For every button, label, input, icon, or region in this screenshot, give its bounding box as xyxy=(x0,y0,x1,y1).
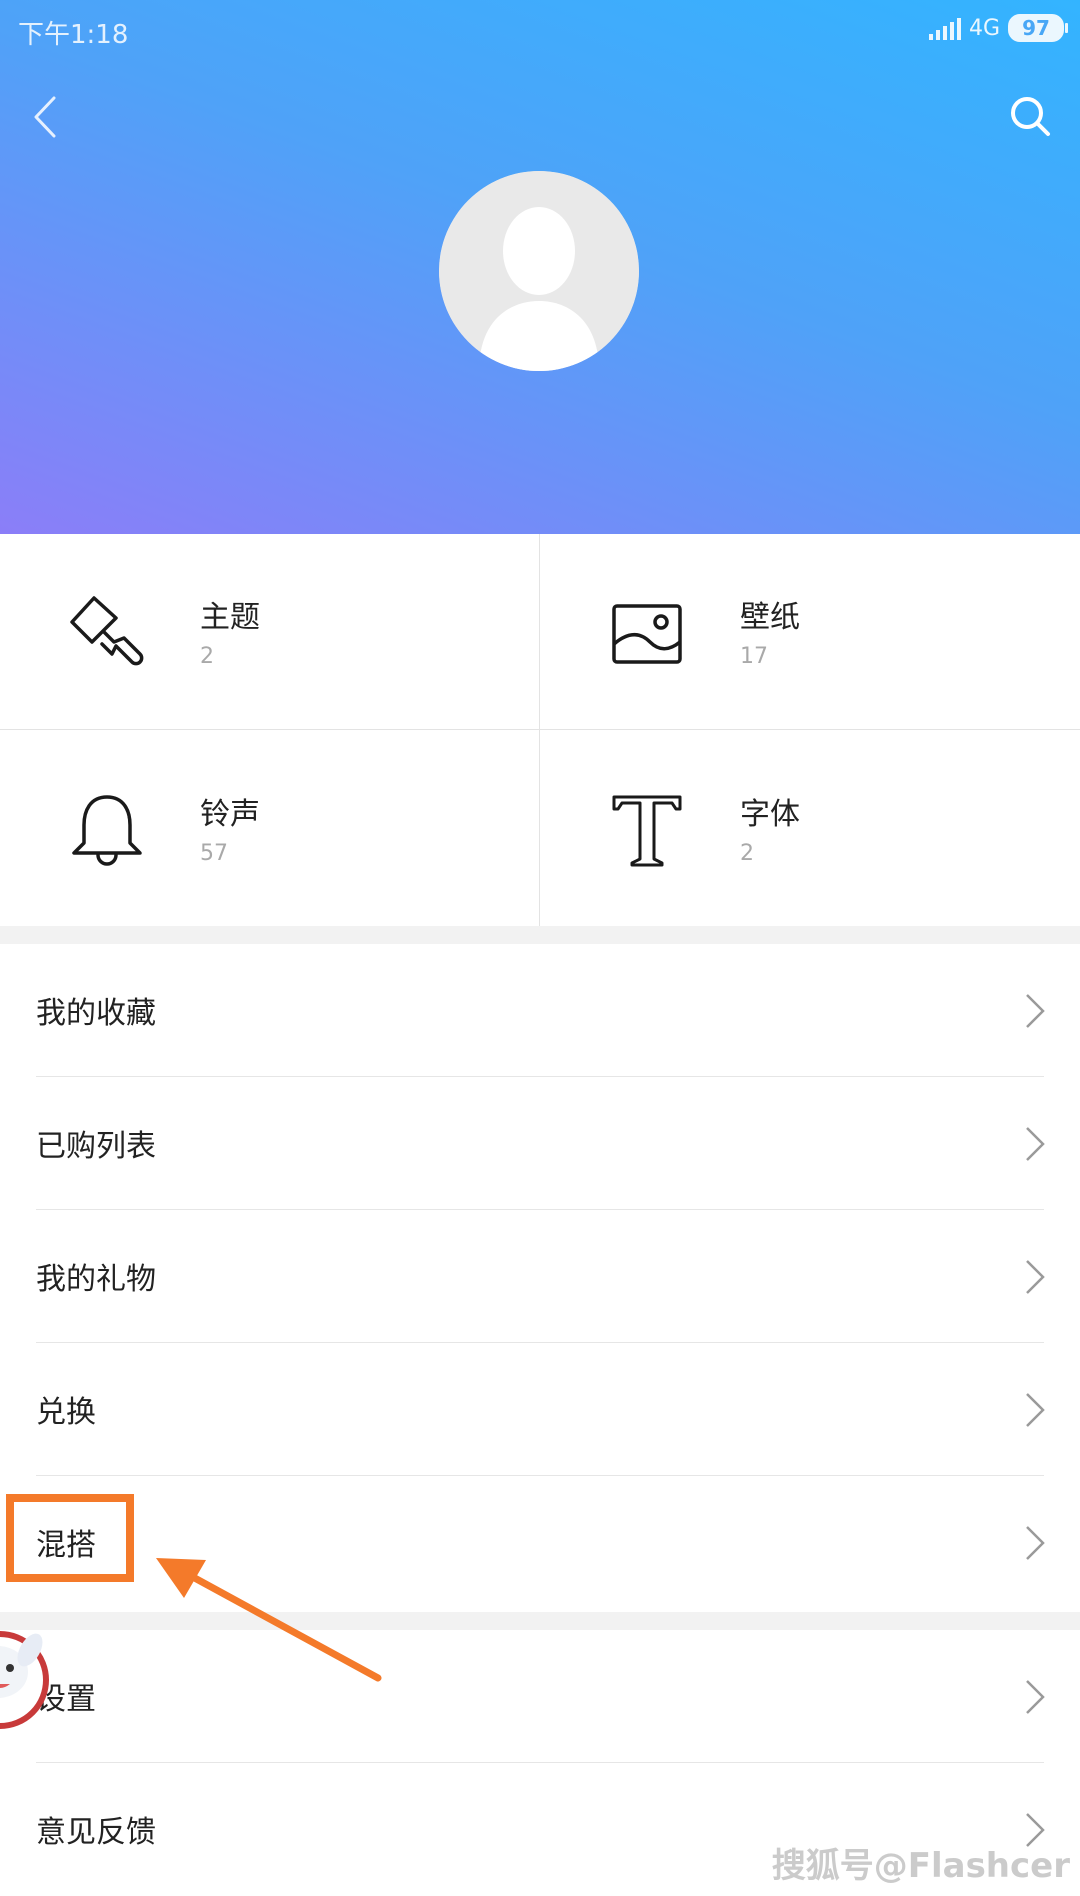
menu-item-favorites[interactable]: 我的收藏 xyxy=(0,944,1080,1077)
default-avatar-icon xyxy=(439,171,639,371)
category-count: 57 xyxy=(200,841,228,866)
menu-item-purchased[interactable]: 已购列表 xyxy=(0,1077,1080,1210)
category-ringtones[interactable]: 铃声 57 xyxy=(0,731,539,926)
category-wallpapers[interactable]: 壁纸 17 xyxy=(540,534,1079,729)
profile-header: 下午1:18 4G 97 xyxy=(0,0,1080,534)
menu-item-gifts[interactable]: 我的礼物 xyxy=(0,1210,1080,1343)
signal-icon xyxy=(928,16,961,40)
category-count: 2 xyxy=(200,644,214,669)
category-label: 字体 xyxy=(740,797,800,832)
menu-item-label: 已购列表 xyxy=(36,1129,156,1164)
grid-divider-horizontal xyxy=(0,729,1080,730)
search-icon[interactable] xyxy=(1006,92,1054,140)
battery-icon: 97 xyxy=(1008,14,1068,42)
status-bar: 下午1:18 4G 97 xyxy=(0,0,1080,60)
menu-item-label: 我的礼物 xyxy=(36,1262,156,1297)
bell-icon xyxy=(72,795,142,866)
annotation-arrow-icon xyxy=(156,1558,382,1682)
chevron-right-icon xyxy=(1026,1260,1045,1294)
status-time: 下午1:18 xyxy=(18,20,129,50)
section-gap xyxy=(0,926,1080,944)
avatar[interactable] xyxy=(439,171,639,371)
category-label: 壁纸 xyxy=(740,600,800,635)
status-indicators: 4G 97 xyxy=(928,14,1068,42)
category-themes[interactable]: 主题 2 xyxy=(0,534,539,729)
wallpaper-image-icon xyxy=(612,604,682,664)
chevron-right-icon xyxy=(1026,994,1045,1028)
category-label: 铃声 xyxy=(200,797,260,832)
category-count: 17 xyxy=(740,644,768,669)
back-icon[interactable] xyxy=(26,92,66,142)
grid-divider-vertical xyxy=(539,534,540,926)
category-grid: 主题 2 壁纸 17 铃声 57 字体 2 xyxy=(0,534,1080,926)
paint-brush-icon xyxy=(70,596,144,666)
font-t-icon xyxy=(612,795,682,867)
watermark: 搜狐号@Flashcer xyxy=(771,1846,1070,1886)
chevron-right-icon xyxy=(1026,1127,1045,1161)
menu-item-redeem[interactable]: 兑换 xyxy=(0,1343,1080,1476)
network-type: 4G xyxy=(968,15,1000,41)
mascot-sticker-icon xyxy=(0,1631,49,1729)
annotation-highlight-box xyxy=(6,1494,134,1582)
category-count: 2 xyxy=(740,841,754,866)
category-fonts[interactable]: 字体 2 xyxy=(540,731,1079,926)
chevron-right-icon xyxy=(1026,1680,1045,1714)
chevron-right-icon xyxy=(1026,1393,1045,1427)
menu-item-label: 兑换 xyxy=(36,1395,96,1430)
menu-item-label: 意见反馈 xyxy=(36,1815,156,1850)
chevron-right-icon xyxy=(1026,1526,1045,1560)
menu-item-label: 我的收藏 xyxy=(36,996,156,1031)
category-label: 主题 xyxy=(200,600,260,635)
